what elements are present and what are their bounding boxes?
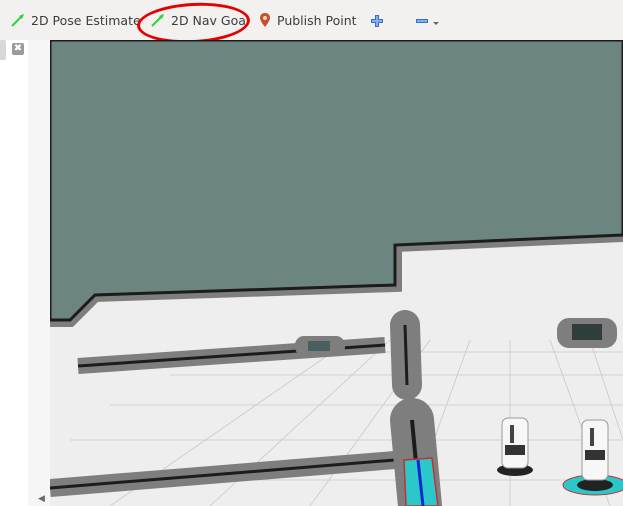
remove-tool-button[interactable] — [414, 11, 445, 31]
close-icon[interactable]: ✖ — [12, 43, 24, 55]
pillar — [403, 324, 409, 386]
chevron-left-icon[interactable]: ◀ — [38, 493, 48, 505]
minus-icon — [416, 19, 439, 25]
green-arrow-icon — [11, 14, 24, 27]
robot-model — [497, 417, 533, 476]
pose-estimate-tool[interactable]: 2D Pose Estimate — [10, 10, 141, 30]
nav-goal-label: 2D Nav Goal — [171, 12, 250, 28]
chevron-down-icon — [433, 22, 439, 25]
publish-point-label: Publish Point — [277, 12, 357, 28]
rviz-3d-viewport[interactable] — [50, 40, 623, 506]
obstacle — [308, 341, 330, 351]
add-tool-button[interactable] — [370, 11, 389, 31]
pose-estimate-label: 2D Pose Estimate — [31, 12, 141, 28]
nav-goal-tool[interactable]: 2D Nav Goal — [150, 10, 249, 30]
green-arrow-icon — [151, 14, 164, 27]
publish-point-tool[interactable]: Publish Point — [258, 10, 357, 30]
tool-toolbar: 2D Pose Estimate 2D Nav Goal Publish Poi… — [0, 0, 623, 40]
map-pin-icon — [260, 13, 270, 27]
map-render — [50, 40, 623, 506]
obstacle — [572, 324, 602, 340]
panel-collapse-handle[interactable] — [0, 40, 6, 60]
plus-icon — [371, 15, 383, 27]
left-dock-panel: ✖ — [0, 40, 29, 506]
splitter[interactable] — [28, 40, 50, 506]
